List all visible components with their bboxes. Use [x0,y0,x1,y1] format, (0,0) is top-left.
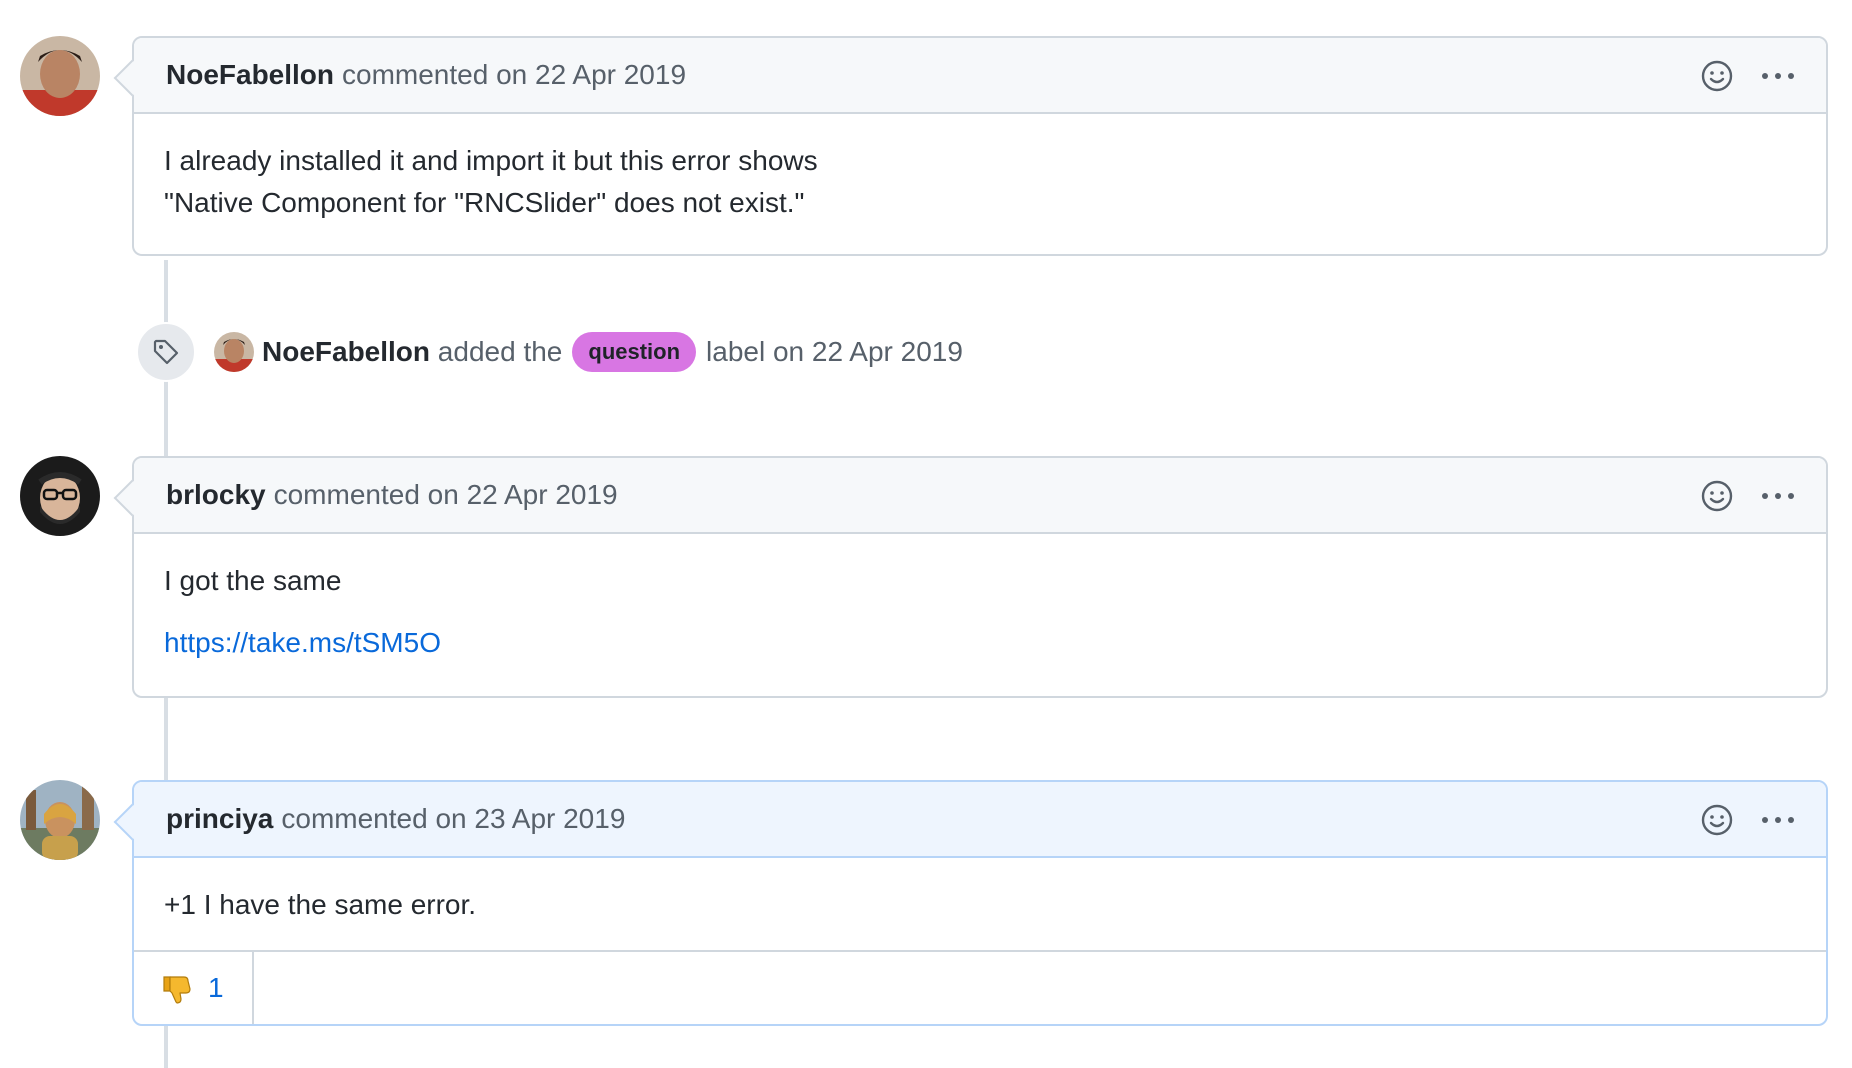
avatar[interactable] [20,456,100,536]
event-actor[interactable]: NoeFabellon [262,336,430,368]
reactions-bar: 1 [134,950,1826,1024]
smiley-icon[interactable] [1700,803,1734,837]
comment-line: "Native Component for "RNCSlider" does n… [164,187,805,218]
kebab-menu-icon[interactable] [1762,73,1794,79]
comment-body: +1 I have the same error. [134,858,1826,950]
avatar[interactable] [20,780,100,860]
comment-header: NoeFabellon commented on 22 Apr 2019 [134,38,1826,114]
avatar[interactable] [214,332,254,372]
comment-card: princiya commented on 23 Apr 2019 +1 I h… [132,780,1828,1026]
comment-line: I already installed it and import it but… [164,145,818,176]
comment-body: I got the same https://take.ms/tSM5O [134,534,1826,696]
comment-actions [1700,782,1794,858]
tag-icon [136,322,196,382]
smiley-icon[interactable] [1700,59,1734,93]
comment-header: princiya commented on 23 Apr 2019 [134,782,1826,858]
comment-actions [1700,38,1794,114]
comment-text: +1 I have the same error. [164,889,477,920]
event-text: NoeFabellon added the question label on 22… [262,332,963,372]
kebab-menu-icon[interactable] [1762,817,1794,823]
event-action: added the [437,336,563,367]
comment-author[interactable]: NoeFabellon [166,59,334,91]
label-event: NoeFabellon added the question label on 22… [136,322,963,382]
kebab-menu-icon[interactable] [1762,493,1794,499]
label-question[interactable]: question [572,332,697,372]
comment-author[interactable]: brlocky [166,479,266,511]
comment-body: I already installed it and import it but… [134,114,1826,254]
comment-header: brlocky commented on 22 Apr 2019 [134,458,1826,534]
comment-timestamp[interactable]: commented on 22 Apr 2019 [274,479,618,511]
avatar[interactable] [20,36,100,116]
issue-timeline: NoeFabellon commented on 22 Apr 2019 I a… [0,0,1852,1068]
comment-actions [1700,458,1794,534]
smiley-icon[interactable] [1700,479,1734,513]
event-suffix[interactable]: label on 22 Apr 2019 [706,336,963,368]
comment-card: brlocky commented on 22 Apr 2019 I got t… [132,456,1828,698]
thumbs-down-icon [160,971,194,1005]
reaction-count: 1 [208,972,224,1003]
comment-text: I got the same [164,565,342,596]
comment-card: NoeFabellon commented on 22 Apr 2019 I a… [132,36,1828,256]
comment-author[interactable]: princiya [166,803,273,835]
reaction-thumbs-down[interactable]: 1 [134,952,254,1024]
comment-link[interactable]: https://take.ms/tSM5O [164,627,441,658]
comment-timestamp[interactable]: commented on 22 Apr 2019 [342,59,686,91]
comment-timestamp[interactable]: commented on 23 Apr 2019 [281,803,625,835]
